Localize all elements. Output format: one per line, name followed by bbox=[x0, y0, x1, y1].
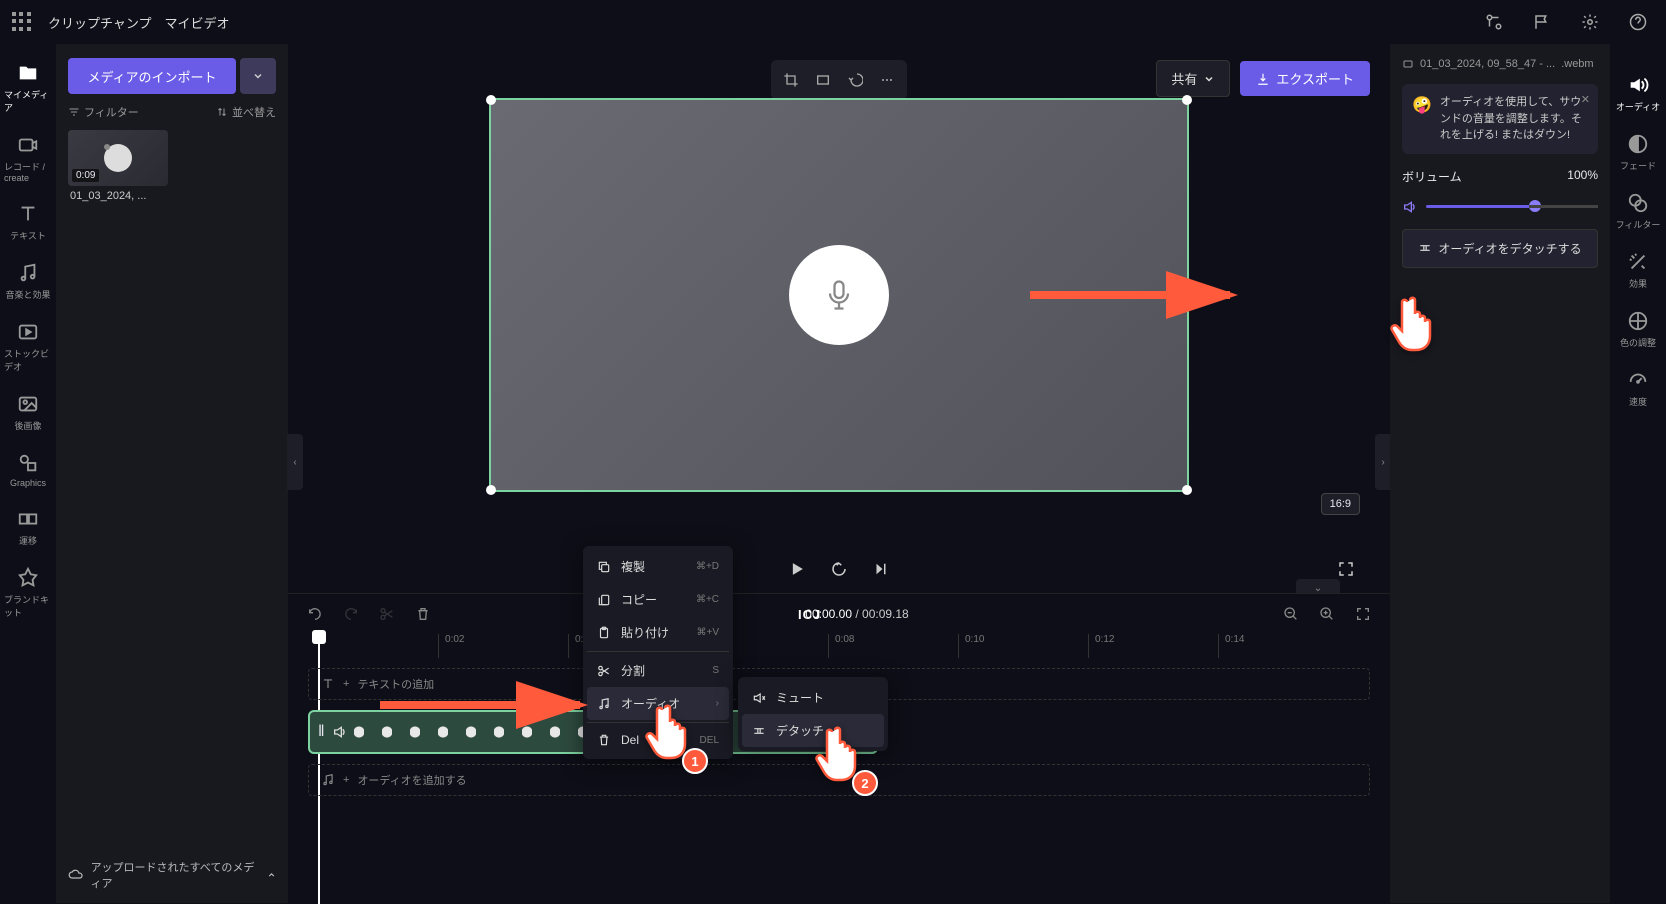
ctx-duplicate[interactable]: 複製⌘+D bbox=[587, 550, 729, 583]
filter-button[interactable]: フィルター bbox=[68, 104, 139, 120]
ctx-mute[interactable]: ミュート bbox=[742, 681, 884, 714]
undo-button[interactable] bbox=[304, 603, 326, 625]
zoom-fit-button[interactable] bbox=[1352, 603, 1374, 625]
export-button[interactable]: エクスポート bbox=[1240, 61, 1370, 96]
share-button[interactable]: 共有 bbox=[1156, 60, 1230, 97]
delete-button[interactable] bbox=[412, 603, 434, 625]
nav-record[interactable]: レコード / create bbox=[0, 124, 56, 193]
volume-slider[interactable] bbox=[1402, 199, 1598, 215]
app-menu-icon[interactable] bbox=[12, 12, 32, 32]
preview-canvas[interactable] bbox=[489, 98, 1189, 492]
ctx-copy[interactable]: コピー⌘+C bbox=[587, 583, 729, 616]
ruler-tick: 0:14 bbox=[1218, 634, 1244, 658]
media-duration: 0:09 bbox=[72, 169, 99, 182]
detach-audio-button[interactable]: オーディオをデタッチする bbox=[1402, 229, 1598, 268]
volume-track[interactable] bbox=[1426, 205, 1598, 208]
nav-music[interactable]: 音楽と効果 bbox=[0, 252, 56, 311]
close-tip-button[interactable]: ✕ bbox=[1581, 92, 1590, 109]
playback-controls: ⌄ bbox=[288, 545, 1390, 593]
fit-icon[interactable] bbox=[809, 66, 837, 94]
preview-area: 共有 エクスポート 16:9 bbox=[288, 44, 1390, 545]
top-bar: クリップチャンプ マイビデオ bbox=[0, 0, 1666, 44]
nav-text[interactable]: テキスト bbox=[0, 193, 56, 252]
split-button[interactable] bbox=[376, 603, 398, 625]
right-rail: オーディオ フェード フィルター 効果 色の調整 速度 bbox=[1610, 44, 1666, 903]
preview-toolbar bbox=[771, 60, 907, 100]
gear-icon[interactable] bbox=[1574, 6, 1606, 38]
context-menu: 複製⌘+D コピー⌘+C 貼り付け⌘+V 分割S オーディオ› DelDEL bbox=[583, 546, 733, 759]
left-nav: マイメディア レコード / create テキスト 音楽と効果 ストックビデオ … bbox=[0, 44, 56, 903]
ctx-detach[interactable]: デタッチ bbox=[742, 714, 884, 747]
more-icon[interactable] bbox=[873, 66, 901, 94]
clip-drag-handle[interactable]: ‖ bbox=[318, 723, 326, 741]
rail-filter[interactable]: フィルター bbox=[1610, 182, 1666, 241]
nav-image[interactable]: 後画像 bbox=[0, 383, 56, 442]
rail-audio[interactable]: オーディオ bbox=[1610, 64, 1666, 123]
zoom-in-button[interactable] bbox=[1316, 603, 1338, 625]
play-button[interactable] bbox=[783, 555, 811, 583]
media-panel: メディアのインポート フィルター 並べ替え 0:09 01_03_2024, .… bbox=[56, 44, 288, 903]
resize-handle[interactable] bbox=[486, 95, 496, 105]
ruler-tick: 0:02 bbox=[438, 634, 464, 658]
timeline-area: ICJ 00:00.00 / 00:09.18 0:02 0:04 0:06 0… bbox=[288, 593, 1390, 903]
integrations-icon[interactable] bbox=[1478, 6, 1510, 38]
next-button[interactable] bbox=[867, 555, 895, 583]
center-area: ‹ › 共有 エクスポート 16:9 bbox=[288, 44, 1390, 903]
nav-graphics[interactable]: Graphics bbox=[0, 442, 56, 498]
ruler-tick: 0:10 bbox=[958, 634, 984, 658]
media-name: 01_03_2024, ... bbox=[68, 190, 168, 202]
resize-handle[interactable] bbox=[1182, 485, 1192, 495]
mic-icon bbox=[789, 245, 889, 345]
ctx-audio[interactable]: オーディオ› bbox=[587, 687, 729, 720]
upload-status[interactable]: アップロードされたすべてのメディア bbox=[68, 859, 276, 891]
rail-fade[interactable]: フェード bbox=[1610, 123, 1666, 182]
import-media-button[interactable]: メディアのインポート bbox=[68, 58, 236, 94]
timeline-toolbar: ICJ 00:00.00 / 00:09.18 bbox=[288, 594, 1390, 634]
context-submenu: ミュート デタッチ bbox=[738, 677, 888, 751]
flag-icon[interactable] bbox=[1526, 6, 1558, 38]
crop-icon[interactable] bbox=[777, 66, 805, 94]
ctx-delete[interactable]: DelDEL bbox=[587, 725, 729, 755]
rail-effects[interactable]: 効果 bbox=[1610, 241, 1666, 300]
properties-panel: 01_03_2024, 09_58_47 - ....webm 🤪 オーディオを… bbox=[1390, 44, 1610, 903]
volume-icon bbox=[332, 724, 348, 740]
ruler-tick: 0:12 bbox=[1088, 634, 1114, 658]
audio-track-placeholder[interactable]: +オーディオを追加する bbox=[308, 764, 1370, 796]
rotate-icon[interactable] bbox=[841, 66, 869, 94]
help-icon[interactable] bbox=[1622, 6, 1654, 38]
resize-handle[interactable] bbox=[486, 485, 496, 495]
timeline-ruler[interactable]: 0:02 0:04 0:06 0:08 0:10 0:12 0:14 bbox=[308, 634, 1390, 658]
app-title: クリップチャンプ マイビデオ bbox=[48, 13, 230, 32]
timeline-label: ICJ bbox=[798, 607, 821, 622]
nav-transition[interactable]: 運移 bbox=[0, 498, 56, 557]
nav-stock[interactable]: ストックビデオ bbox=[0, 311, 56, 383]
playhead[interactable] bbox=[312, 630, 326, 644]
sort-button[interactable]: 並べ替え bbox=[216, 104, 276, 120]
redo-button[interactable] bbox=[340, 603, 362, 625]
rail-speed[interactable]: 速度 bbox=[1610, 359, 1666, 418]
tip-card: 🤪 オーディオを使用して、サウンドの音量を調整します。それを上げる! またはダウ… bbox=[1402, 84, 1598, 154]
volume-row: ボリューム100% bbox=[1402, 168, 1598, 185]
volume-icon bbox=[1402, 199, 1418, 215]
zoom-out-button[interactable] bbox=[1280, 603, 1302, 625]
media-item[interactable]: 0:09 01_03_2024, ... bbox=[68, 130, 276, 202]
volume-thumb[interactable] bbox=[1529, 200, 1541, 212]
ruler-tick: 0:08 bbox=[828, 634, 854, 658]
rail-color[interactable]: 色の調整 bbox=[1610, 300, 1666, 359]
ctx-split[interactable]: 分割S bbox=[587, 654, 729, 687]
ctx-paste[interactable]: 貼り付け⌘+V bbox=[587, 616, 729, 649]
import-dropdown[interactable] bbox=[240, 58, 276, 94]
resize-handle[interactable] bbox=[1182, 95, 1192, 105]
skip-forward-frame-button[interactable] bbox=[825, 555, 853, 583]
aspect-ratio-button[interactable]: 16:9 bbox=[1321, 493, 1360, 515]
selected-clip-name: 01_03_2024, 09_58_47 - ....webm bbox=[1402, 58, 1598, 70]
nav-my-media[interactable]: マイメディア bbox=[0, 52, 56, 124]
nav-brand[interactable]: ブランドキット bbox=[0, 557, 56, 629]
